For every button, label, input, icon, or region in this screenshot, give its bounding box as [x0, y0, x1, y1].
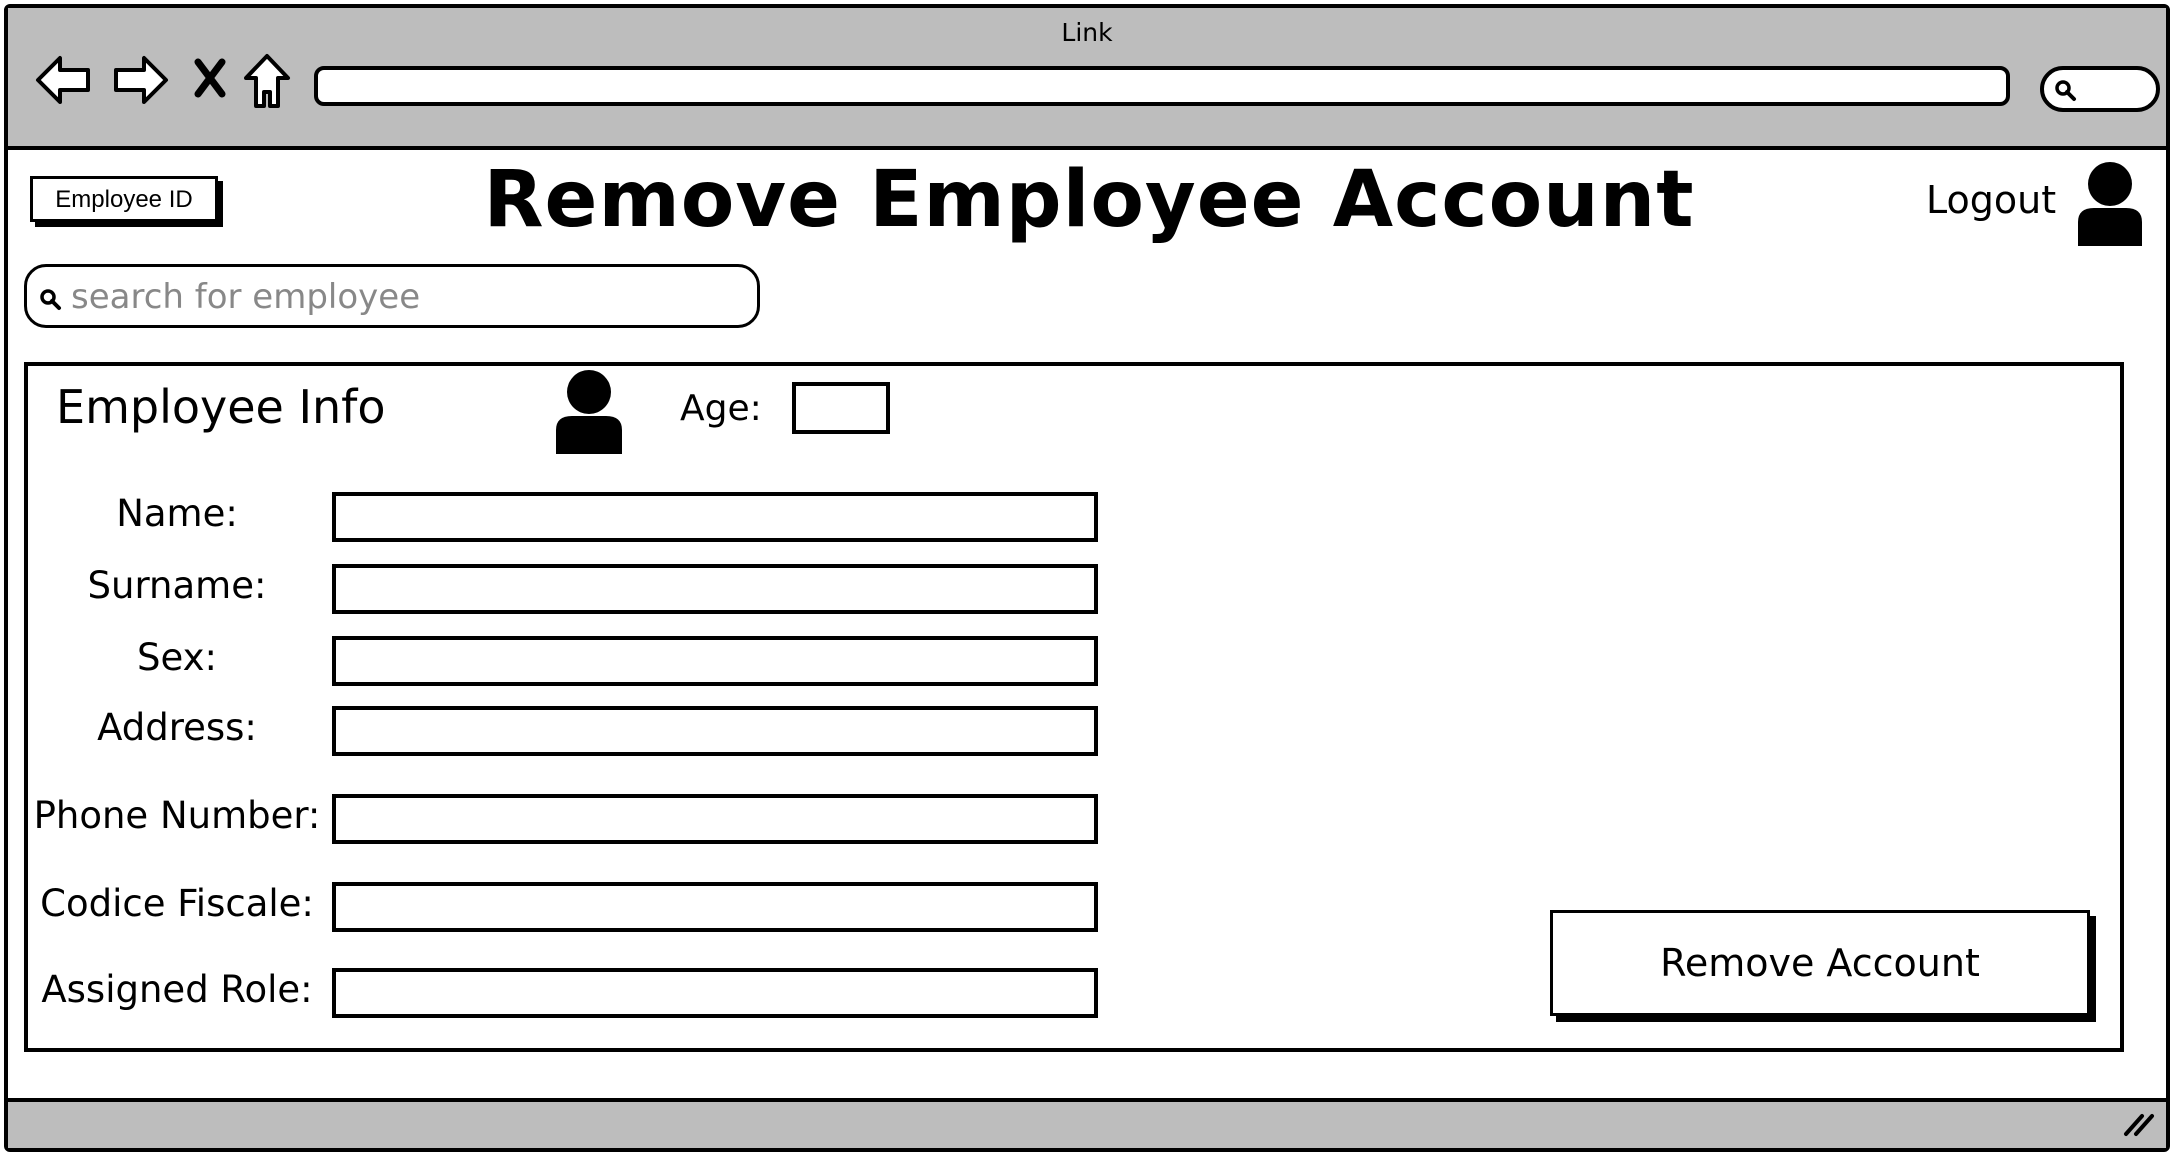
address-field[interactable]	[332, 706, 1098, 756]
age-value-box	[792, 382, 890, 434]
assigned-role-field[interactable]	[332, 968, 1098, 1018]
age-label: Age:	[680, 388, 762, 429]
forward-arrow-icon[interactable]	[112, 52, 170, 108]
back-arrow-icon[interactable]	[34, 52, 92, 108]
close-x-icon[interactable]	[192, 58, 228, 98]
phone-number-field[interactable]	[332, 794, 1098, 844]
employee-search-input[interactable]	[69, 273, 733, 321]
employee-avatar-icon	[552, 368, 626, 458]
address-label: Address:	[97, 706, 257, 749]
remove-account-button[interactable]: Remove Account	[1550, 910, 2090, 1016]
search-icon	[2055, 80, 2076, 101]
panel-title: Employee Info	[56, 380, 386, 434]
name-field[interactable]	[332, 492, 1098, 542]
page-title: Remove Employee Account	[483, 155, 1695, 245]
sex-field[interactable]	[332, 636, 1098, 686]
home-icon[interactable]	[242, 52, 292, 112]
employee-search-box[interactable]	[24, 264, 760, 328]
user-avatar-icon[interactable]	[2074, 160, 2146, 250]
codice-fiscale-field[interactable]	[332, 882, 1098, 932]
resize-grip-icon[interactable]	[2122, 1110, 2156, 1142]
logout-link[interactable]: Logout	[1926, 178, 2056, 222]
phone-number-label: Phone Number:	[33, 794, 321, 837]
surname-label: Surname:	[87, 564, 267, 607]
address-bar[interactable]	[314, 66, 2010, 106]
sex-label: Sex:	[137, 636, 217, 679]
browser-search-field[interactable]	[2040, 66, 2160, 112]
name-label: Name:	[116, 492, 238, 535]
surname-field[interactable]	[332, 564, 1098, 614]
assigned-role-label: Assigned Role:	[41, 968, 313, 1011]
search-icon	[40, 289, 61, 310]
status-bar	[8, 1098, 2166, 1148]
codice-fiscale-label: Codice Fiscale:	[40, 882, 314, 925]
browser-toolbar: Link	[8, 8, 2166, 150]
wireframe-page: Link Employee ID Remove Employee Account…	[0, 0, 2178, 1156]
window-title: Link	[1061, 18, 1113, 47]
